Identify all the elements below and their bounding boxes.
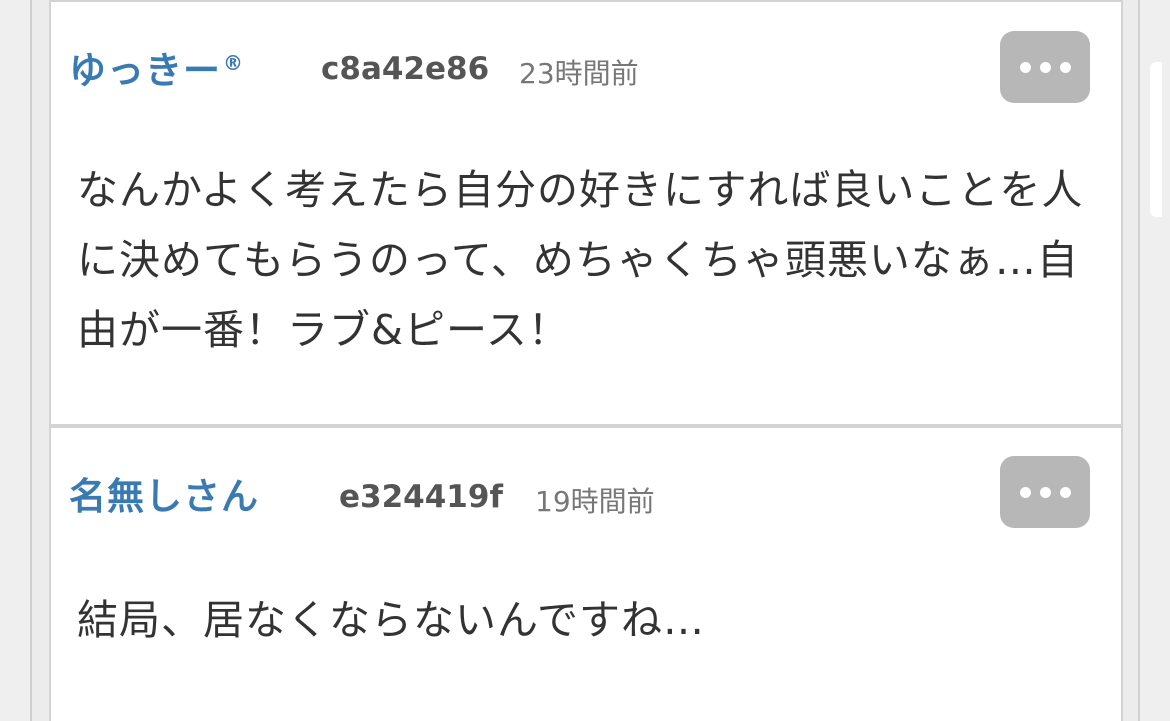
comment-user-id: e324419f bbox=[339, 479, 503, 515]
comment-item: 名無しさん e324419f 19時間前 結局、居なくならないんですね… bbox=[49, 426, 1123, 721]
ellipsis-icon bbox=[1019, 61, 1031, 73]
author-name[interactable]: 名無しさん bbox=[69, 475, 259, 518]
comment-timestamp: 19時間前 bbox=[535, 485, 655, 518]
comment-item: ゆっきー ® c8a42e86 23時間前 なんかよく考えたら自分の好きにすれば良… bbox=[49, 0, 1123, 426]
comments-page: ゆっきー ® c8a42e86 23時間前 なんかよく考えたら自分の好きにすれば良… bbox=[0, 0, 1170, 721]
ellipsis-icon bbox=[1059, 61, 1071, 73]
comment-body: 結局、居なくならないんですね… bbox=[77, 596, 705, 644]
comment-user-id: c8a42e86 bbox=[321, 51, 490, 87]
ellipsis-icon bbox=[1039, 61, 1051, 73]
comment-body: なんかよく考えたら自分の好きにすれば良いことを人に決めてもらうのって、めちゃくち… bbox=[77, 166, 1084, 354]
ellipsis-icon bbox=[1039, 486, 1051, 498]
comment-menu-button[interactable] bbox=[1000, 31, 1090, 103]
scrollbar[interactable] bbox=[1150, 62, 1162, 217]
comment-menu-button[interactable] bbox=[1000, 456, 1090, 528]
author-name[interactable]: ゆっきー bbox=[69, 49, 221, 92]
ellipsis-icon bbox=[1019, 486, 1031, 498]
comment-author[interactable]: 名無しさん bbox=[69, 466, 259, 520]
comment-author[interactable]: ゆっきー ® bbox=[69, 40, 244, 94]
registered-mark: ® bbox=[223, 50, 244, 75]
comment-timestamp: 23時間前 bbox=[519, 57, 639, 90]
ellipsis-icon bbox=[1059, 486, 1071, 498]
